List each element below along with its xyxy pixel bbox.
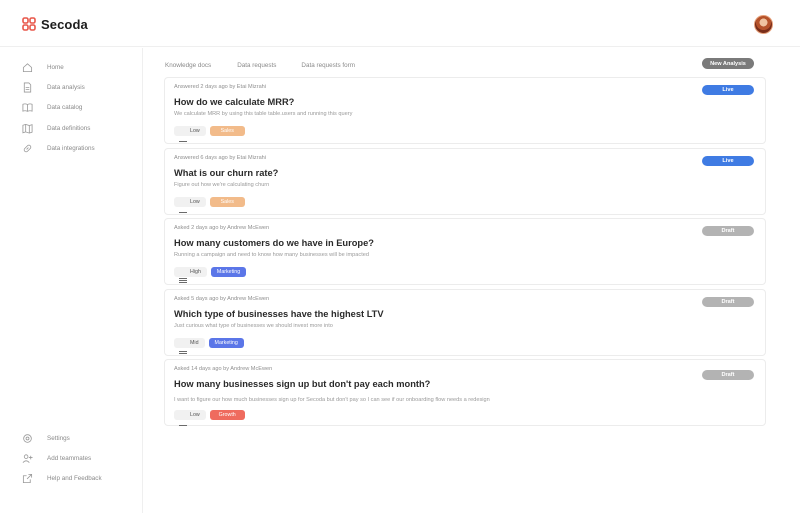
sidebar-item-data-analysis[interactable]: Data analysis (22, 80, 85, 94)
priority-label: Mid (190, 340, 199, 346)
priority-mid-icon (179, 341, 187, 354)
card-title: How do we calculate MRR? (174, 97, 295, 107)
tab-knowledge-docs[interactable]: Knowledge docs (165, 62, 211, 69)
status-badge: Live (702, 85, 754, 95)
priority-label: High (190, 269, 201, 275)
priority-low-icon (179, 413, 187, 426)
sidebar-item-label: Home (47, 63, 64, 71)
status-badge: Draft (702, 226, 754, 236)
new-analysis-button[interactable]: New Analysis (702, 58, 754, 69)
team-tag[interactable]: Sales (209, 197, 245, 207)
card-description: I want to figure our how much businesses… (174, 397, 490, 403)
card-meta: Asked 2 days ago by Andrew McEwen (174, 225, 270, 231)
card-meta: Asked 14 days ago by Andrew McEwen (174, 366, 273, 372)
tab-data-requests[interactable]: Data requests (237, 62, 276, 69)
priority-high-icon (179, 270, 187, 283)
book-icon (22, 102, 33, 113)
secoda-logo-icon (22, 17, 36, 31)
priority-tag[interactable]: Low (174, 126, 206, 142)
priority-label: Low (190, 412, 200, 418)
request-card[interactable]: Answered 2 days ago by Etai Mizrahi How … (164, 77, 766, 144)
team-label: Marketing (216, 269, 241, 275)
sidebar-item-label: Add teammates (47, 454, 92, 462)
priority-tag[interactable]: High (174, 267, 207, 283)
tab-bar: Knowledge docs Data requests Data reques… (165, 60, 355, 70)
team-label: Growth (218, 412, 236, 418)
sidebar-item-add-teammates[interactable]: Add teammates (22, 451, 91, 465)
top-bar: Secoda (0, 0, 800, 47)
card-meta: Answered 2 days ago by Etai Mizrahi (174, 84, 267, 90)
card-description: Running a campaign and need to know how … (174, 252, 369, 258)
card-tags: Mid Marketing (174, 338, 244, 354)
sidebar-item-label: Data analysis (47, 83, 85, 91)
card-description: Just curious what type of businesses we … (174, 323, 333, 329)
sidebar-item-help-feedback[interactable]: Help and Feedback (22, 471, 102, 485)
team-label: Sales (220, 128, 234, 134)
priority-tag[interactable]: Low (174, 197, 206, 213)
card-title: How many businesses sign up but don't pa… (174, 379, 431, 389)
status-label: Draft (721, 299, 735, 305)
priority-label: Low (190, 199, 200, 205)
status-label: Draft (721, 372, 735, 378)
request-card[interactable]: Answered 6 days ago by Etai Mizrahi What… (164, 148, 766, 215)
app-logo[interactable]: Secoda (22, 16, 88, 32)
card-description: Figure out how we're calculating churn (174, 182, 270, 188)
user-add-icon (22, 453, 33, 464)
team-tag[interactable]: Marketing (208, 338, 244, 348)
card-title: What is our churn rate? (174, 168, 279, 178)
home-icon (22, 62, 33, 73)
card-tags: Low Sales (174, 126, 245, 142)
team-tag[interactable]: Marketing (210, 267, 247, 277)
status-badge: Draft (702, 370, 754, 380)
sidebar-item-data-integrations[interactable]: Data integrations (22, 141, 95, 155)
sidebar-item-label: Data definitions (47, 124, 91, 132)
external-link-icon (22, 473, 33, 484)
priority-label: Low (190, 128, 200, 134)
gear-icon (22, 433, 33, 444)
team-tag[interactable]: Growth (209, 410, 245, 420)
map-icon (22, 123, 33, 134)
priority-low-icon (179, 200, 187, 213)
team-label: Sales (220, 199, 234, 205)
team-tag[interactable]: Sales (209, 126, 245, 136)
request-card[interactable]: Asked 2 days ago by Andrew McEwen How ma… (164, 218, 766, 285)
sidebar-item-label: Data catalog (47, 103, 83, 111)
status-label: Live (722, 87, 734, 93)
tab-data-requests-form[interactable]: Data requests form (301, 62, 355, 69)
priority-tag[interactable]: Low (174, 410, 206, 426)
app-name: Secoda (41, 16, 88, 32)
card-title: Which type of businesses have the highes… (174, 309, 384, 319)
sidebar-item-settings[interactable]: Settings (22, 431, 70, 445)
sidebar-item-label: Help and Feedback (47, 474, 102, 482)
status-badge: Live (702, 156, 754, 166)
sidebar-item-label: Settings (47, 434, 70, 442)
card-description: We calculate MRR by using this table tab… (174, 111, 353, 117)
sidebar-item-label: Data integrations (47, 144, 95, 152)
request-card[interactable]: Asked 5 days ago by Andrew McEwen Which … (164, 289, 766, 356)
card-tags: Low Growth (174, 410, 245, 426)
status-label: Draft (721, 228, 735, 234)
document-icon (22, 82, 33, 93)
sidebar-item-home[interactable]: Home (22, 60, 64, 74)
status-badge: Draft (702, 297, 754, 307)
card-tags: Low Sales (174, 197, 245, 213)
sidebar-item-data-catalog[interactable]: Data catalog (22, 100, 82, 114)
card-title: How many customers do we have in Europe? (174, 238, 374, 248)
card-meta: Answered 6 days ago by Etai Mizrahi (174, 155, 267, 161)
user-avatar[interactable] (754, 15, 773, 34)
request-card[interactable]: Asked 14 days ago by Andrew McEwen How m… (164, 359, 766, 426)
priority-low-icon (179, 129, 187, 142)
card-meta: Asked 5 days ago by Andrew McEwen (174, 296, 270, 302)
link-icon (22, 143, 33, 154)
sidebar: Home Data analysis Data catalog Data def… (0, 48, 143, 513)
status-label: Live (722, 158, 734, 164)
priority-tag[interactable]: Mid (174, 338, 205, 354)
sidebar-item-data-definitions[interactable]: Data definitions (22, 121, 90, 135)
team-label: Marketing (214, 340, 238, 346)
card-tags: High Marketing (174, 267, 247, 283)
